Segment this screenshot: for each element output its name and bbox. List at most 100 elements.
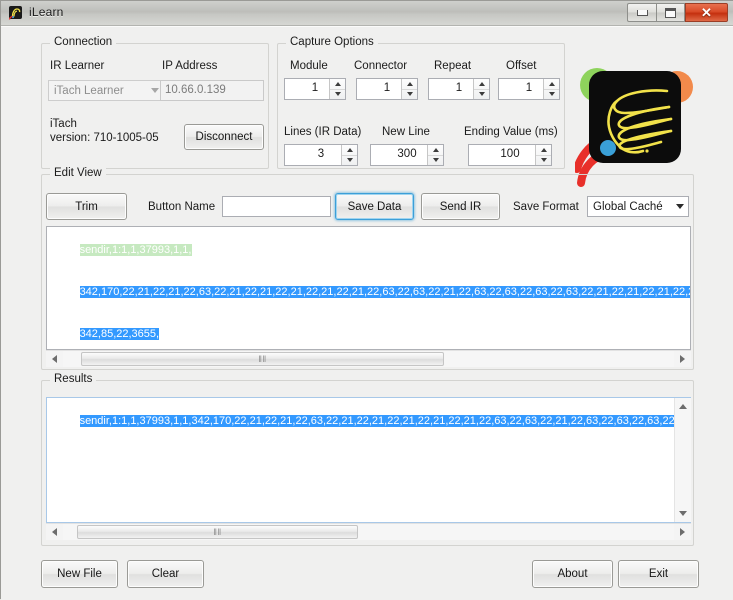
results-text: sendir,1:1,1,37993,1,1,342,170,22,21,22,… xyxy=(79,415,690,427)
new-line-stepper[interactable]: 300 xyxy=(370,144,444,166)
minimize-icon xyxy=(636,9,648,16)
button-name-input[interactable] xyxy=(222,196,331,217)
hscroll-thumb[interactable]: ‖‖ xyxy=(77,525,358,539)
save-format-label: Save Format xyxy=(513,201,579,213)
capture-options-legend: Capture Options xyxy=(286,36,378,48)
clear-label: Clear xyxy=(151,568,180,580)
scroll-right-arrow-icon[interactable] xyxy=(674,351,691,367)
lines-ir-data-stepper[interactable]: 3 xyxy=(284,144,358,166)
spinner-down-icon[interactable] xyxy=(342,156,357,166)
ir-learner-label: IR Learner xyxy=(50,60,105,72)
spinner-down-icon[interactable] xyxy=(536,156,551,166)
lines-spinner[interactable] xyxy=(341,145,357,165)
repeat-stepper[interactable]: 1 xyxy=(428,78,490,100)
window-title: iLearn xyxy=(29,5,64,19)
disconnect-label: Disconnect xyxy=(195,131,253,143)
connector-spinner[interactable] xyxy=(401,79,417,99)
hscroll-grip-icon: ‖‖ xyxy=(213,526,222,537)
spinner-down-icon[interactable] xyxy=(474,90,489,100)
clear-button[interactable]: Clear xyxy=(127,560,204,588)
lines-ir-data-label: Lines (IR Data) xyxy=(284,126,362,138)
chevron-down-icon xyxy=(671,197,688,216)
spinner-down-icon[interactable] xyxy=(330,90,345,100)
spinner-down-icon[interactable] xyxy=(544,90,559,100)
edit-view-group: Edit View Trim Button Name Save Data Sen… xyxy=(41,167,694,370)
spinner-up-icon[interactable] xyxy=(428,145,443,156)
ending-value-stepper[interactable]: 100 xyxy=(468,144,552,166)
ir-data-line: 342,85,22,3655, xyxy=(49,313,690,349)
minimize-button[interactable] xyxy=(627,3,656,22)
ip-address-field[interactable]: 10.66.0.139 xyxy=(160,80,264,101)
capture-options-group: Capture Options Module 1 Connector 1 Rep… xyxy=(277,36,565,169)
new-line-label: New Line xyxy=(382,126,430,138)
ir-data-textarea[interactable]: sendir,1:1,1,37993,1,1, 342,170,22,21,22… xyxy=(46,226,691,350)
spinner-down-icon[interactable] xyxy=(428,156,443,166)
module-spinner[interactable] xyxy=(329,79,345,99)
ip-address-label: IP Address xyxy=(162,60,218,72)
ir-data-line-1: 342,170,22,21,22,21,22,63,22,21,22,21,22… xyxy=(79,286,690,298)
spinner-up-icon[interactable] xyxy=(544,79,559,90)
scroll-up-arrow-icon[interactable] xyxy=(675,398,691,415)
hscroll-thumb[interactable]: ‖‖ xyxy=(81,352,444,366)
title-bar[interactable]: iLearn ✕ xyxy=(1,1,733,26)
ir-data-line-2: 342,85,22,3655, xyxy=(79,328,160,340)
save-data-label: Save Data xyxy=(347,200,402,213)
lines-ir-data-value: 3 xyxy=(317,148,325,161)
spinner-down-icon[interactable] xyxy=(402,90,417,100)
disconnect-button[interactable]: Disconnect xyxy=(184,124,264,150)
spinner-up-icon[interactable] xyxy=(402,79,417,90)
ir-learner-select[interactable]: iTach Learner xyxy=(48,80,164,101)
new-line-spinner[interactable] xyxy=(427,145,443,165)
scroll-right-arrow-icon[interactable] xyxy=(674,524,691,540)
app-window: iLearn ✕ Connection IR Learner iTach Lea… xyxy=(0,0,733,600)
ir-learner-value: iTach Learner xyxy=(54,84,124,97)
results-vscrollbar[interactable] xyxy=(674,398,691,522)
vscroll-track[interactable] xyxy=(675,415,691,505)
ir-data-hscrollbar[interactable]: ‖‖ xyxy=(46,350,691,367)
offset-stepper[interactable]: 1 xyxy=(498,78,560,100)
repeat-spinner[interactable] xyxy=(473,79,489,99)
offset-label: Offset xyxy=(506,60,537,72)
new-file-button[interactable]: New File xyxy=(41,560,118,588)
close-button[interactable]: ✕ xyxy=(685,3,728,22)
close-icon: ✕ xyxy=(701,5,712,20)
about-label: About xyxy=(557,568,588,580)
spinner-up-icon[interactable] xyxy=(330,79,345,90)
hscroll-track[interactable]: ‖‖ xyxy=(63,351,674,367)
results-group: Results sendir,1:1,1,37993,1,1,342,170,2… xyxy=(41,373,694,546)
trim-button[interactable]: Trim xyxy=(46,193,127,220)
exit-button[interactable]: Exit xyxy=(618,560,699,588)
hscroll-grip-icon: ‖‖ xyxy=(258,353,267,364)
save-format-select[interactable]: Global Caché xyxy=(587,196,689,217)
spinner-up-icon[interactable] xyxy=(536,145,551,156)
hscroll-track[interactable]: ‖‖ xyxy=(63,524,674,540)
results-legend: Results xyxy=(50,373,97,385)
results-textarea[interactable]: sendir,1:1,1,37993,1,1,342,170,22,21,22,… xyxy=(46,397,691,523)
about-button[interactable]: About xyxy=(532,560,613,588)
connector-stepper[interactable]: 1 xyxy=(356,78,418,100)
ir-data-line: 342,170,22,21,22,21,22,63,22,21,22,21,22… xyxy=(49,271,690,313)
offset-spinner[interactable] xyxy=(543,79,559,99)
repeat-label: Repeat xyxy=(434,60,472,72)
scroll-left-arrow-icon[interactable] xyxy=(46,524,63,540)
exit-label: Exit xyxy=(648,568,669,580)
device-model-label: iTach xyxy=(50,118,77,130)
save-data-button[interactable]: Save Data xyxy=(335,193,414,220)
scroll-down-arrow-icon[interactable] xyxy=(675,505,691,522)
save-format-value: Global Caché xyxy=(593,200,663,213)
results-hscrollbar[interactable]: ‖‖ xyxy=(46,523,691,540)
connection-group: Connection IR Learner iTach Learner IP A… xyxy=(41,36,269,169)
ending-value-label: Ending Value (ms) xyxy=(464,126,558,138)
scroll-left-arrow-icon[interactable] xyxy=(46,351,63,367)
module-stepper[interactable]: 1 xyxy=(284,78,346,100)
spinner-up-icon[interactable] xyxy=(342,145,357,156)
new-file-label: New File xyxy=(57,568,102,580)
spinner-up-icon[interactable] xyxy=(474,79,489,90)
ending-value-spinner[interactable] xyxy=(535,145,551,165)
send-ir-button[interactable]: Send IR xyxy=(421,193,500,220)
trim-label: Trim xyxy=(75,200,98,213)
maximize-button[interactable] xyxy=(656,3,685,22)
client-area: Connection IR Learner iTach Learner IP A… xyxy=(1,26,733,600)
connector-label: Connector xyxy=(354,60,408,72)
ir-data-line: sendir,1:1,1,37993,1,1, xyxy=(49,229,690,271)
